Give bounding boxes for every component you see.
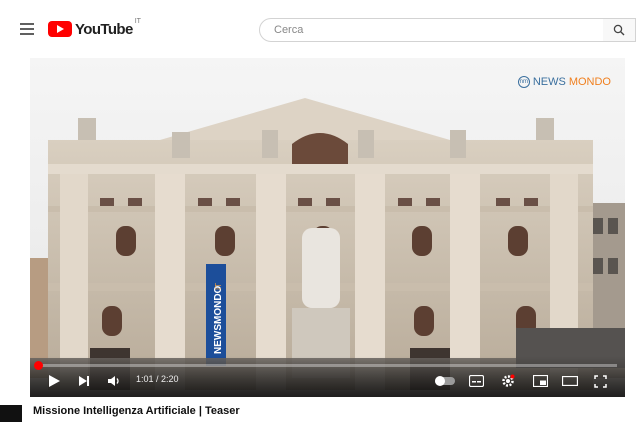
logo-text: YouTube [75,20,133,38]
channel-watermark: nm NEWS MONDO [517,76,611,88]
next-button[interactable] [74,372,94,390]
video-player[interactable]: NEWSMONDO IT nm NEWS MONDO 1:01 / 2:20 [30,58,625,397]
fullscreen-button[interactable] [590,372,610,390]
miniplayer-button[interactable] [530,372,550,390]
watermark-part2: MONDO [568,76,611,88]
autoplay-toggle-icon [435,376,455,386]
banner-text: NEWSMONDO [213,285,224,354]
progress-scrubber[interactable] [34,361,43,370]
play-icon [49,375,60,387]
watermark-badge: nm [517,76,530,88]
subtitles-button[interactable] [466,372,486,390]
next-icon [79,376,89,386]
time-display: 1:01 / 2:20 [136,374,179,384]
theater-mode-button[interactable] [560,372,580,390]
logo-region: IT [134,18,141,25]
play-button[interactable] [44,372,64,390]
search-icon [613,24,625,36]
fullscreen-icon [593,374,607,388]
search-button[interactable] [603,18,636,42]
autoplay-toggle[interactable] [432,372,458,390]
top-bar: YouTube IT Cerca [0,0,636,58]
menu-icon[interactable] [20,23,34,35]
search-input[interactable]: Cerca [259,18,604,42]
settings-icon [502,374,515,387]
player-controls: 1:01 / 2:20 [30,356,625,397]
progress-bar[interactable] [34,361,617,370]
banner-suffix: IT [214,283,223,290]
youtube-logo-icon [48,21,72,37]
volume-button[interactable] [104,372,124,390]
watermark-part1: NEWS [532,76,566,88]
subtitles-icon [468,375,484,387]
youtube-logo[interactable]: YouTube IT [48,18,141,38]
settings-button[interactable] [498,372,518,390]
video-frame: NEWSMONDO IT [30,58,625,397]
video-title: Missione Intelligenza Artificiale | Teas… [33,405,240,417]
volume-icon [108,376,119,386]
page-edge-shadow [0,405,22,422]
search-placeholder: Cerca [274,24,304,36]
miniplayer-icon [532,375,548,387]
theater-icon [562,376,578,386]
